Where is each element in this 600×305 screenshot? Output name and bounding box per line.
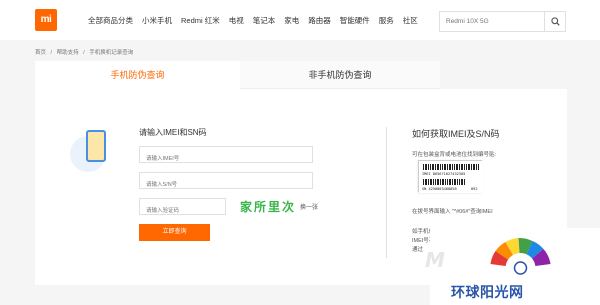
help-subtitle: 可在包装盒背或电池位找到编号贴:	[412, 152, 497, 158]
nav-item-smart-hardware[interactable]: 智能硬件	[340, 15, 370, 27]
breadcrumb: 首页 / 帮助支持 / 手机换机记录查询	[35, 48, 136, 56]
breadcrumb-separator: /	[50, 50, 53, 56]
nav-item-redmi[interactable]: Redmi 红米	[181, 15, 220, 27]
nav-item-laptop[interactable]: 笔记本	[253, 15, 276, 27]
form-title: 请输入IMEI和SN码	[139, 128, 207, 137]
watermark-text: 环球阳光网	[451, 285, 524, 301]
barcode-icon: IMEI 865671027432305 SN 4250003488858 89…	[419, 161, 483, 193]
watermark-logo-icon	[490, 237, 551, 283]
tab-phone-verify[interactable]: 手机防伪查询	[35, 61, 240, 89]
search-box	[439, 11, 566, 32]
captcha-field-wrap	[139, 198, 226, 219]
nav-item-tv[interactable]: 电视	[229, 15, 244, 27]
captcha-input[interactable]	[140, 203, 225, 219]
barcode-label-image: IMEI 865671027432305 SN 4250003488858 89…	[418, 160, 483, 193]
refresh-captcha-link[interactable]: 换一张	[300, 202, 318, 211]
help-text-dial: 在拨号界面输入 "*#06#"查询IMEI	[412, 209, 493, 215]
help-text-via: 通过	[412, 247, 424, 253]
search-input[interactable]	[440, 12, 546, 31]
captcha-image[interactable]: 家所里次	[240, 198, 296, 215]
imei-input[interactable]	[140, 151, 312, 167]
nav-item-community[interactable]: 社区	[403, 15, 418, 27]
nav-item-xiaomi-phone[interactable]: 小米手机	[142, 15, 172, 27]
site-header: mi 全部商品分类 小米手机 Redmi 红米 电视 笔记本 家电 路由器 智能…	[0, 0, 600, 40]
tab-non-phone-verify[interactable]: 非手机防伪查询	[240, 61, 440, 89]
vertical-divider	[386, 127, 387, 258]
main-nav: 全部商品分类 小米手机 Redmi 红米 电视 笔记本 家电 路由器 智能硬件 …	[88, 15, 427, 27]
sn-input[interactable]	[140, 177, 312, 193]
watermark-faint-letters: M	[425, 248, 445, 272]
search-button[interactable]	[544, 12, 565, 31]
breadcrumb-separator: /	[83, 50, 85, 56]
barcode-sn-text: SN 4250003488858	[422, 187, 457, 191]
nav-item-service[interactable]: 服务	[379, 15, 394, 27]
phone-icon	[86, 130, 106, 162]
phone-illustration	[70, 130, 114, 172]
search-icon	[550, 17, 560, 26]
nav-item-router[interactable]: 路由器	[308, 15, 331, 27]
imei-field-wrap	[139, 146, 313, 167]
breadcrumb-help[interactable]: 帮助支持	[57, 50, 79, 56]
help-title: 如何获取IMEI及S/N码	[412, 129, 500, 139]
nav-item-all-categories[interactable]: 全部商品分类	[88, 15, 133, 27]
sn-field-wrap	[139, 172, 313, 193]
barcode-code-text: 892	[471, 187, 478, 191]
breadcrumb-current: 手机换机记录查询	[89, 50, 134, 56]
breadcrumb-home[interactable]: 首页	[35, 50, 46, 56]
nav-item-appliances[interactable]: 家电	[284, 15, 299, 27]
submit-button[interactable]: 立即查询	[139, 224, 210, 241]
barcode-imei-text: IMEI 865671027432305	[422, 172, 465, 176]
mi-logo[interactable]: mi	[35, 9, 57, 31]
